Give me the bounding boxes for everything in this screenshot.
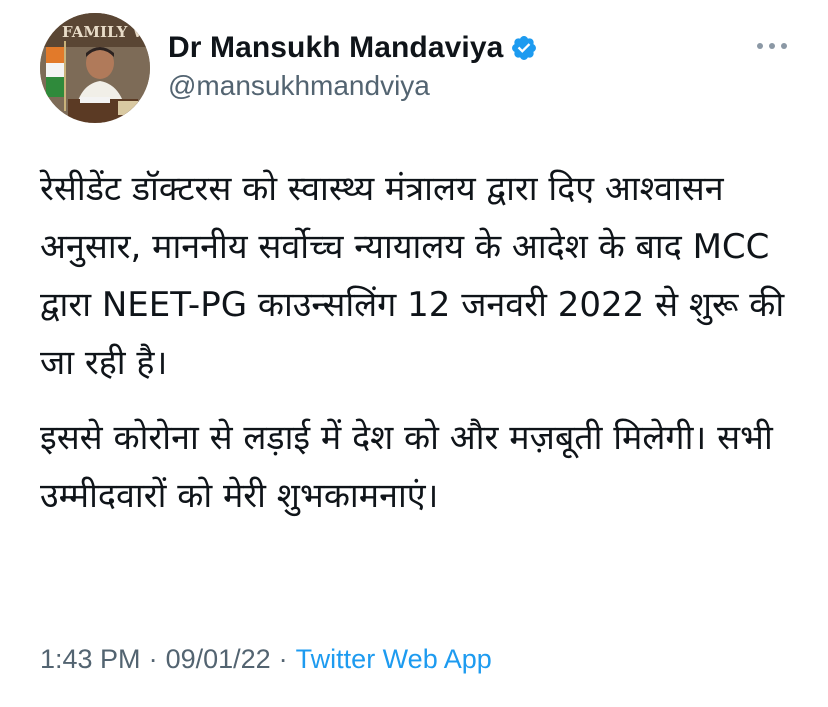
tweet-source-link[interactable]: Twitter Web App [296, 644, 492, 675]
tweet-paragraph: रेसीडेंट डॉक्टरस को स्वास्थ्य मंत्रालय द… [40, 169, 785, 383]
tweet-metadata: 1:43 PM · 09/01/22 · Twitter Web App [40, 644, 492, 675]
verified-badge-icon [512, 36, 537, 60]
more-options-icon[interactable] [748, 31, 796, 61]
author-display-name[interactable]: Dr Mansukh Mandaviya [168, 31, 503, 65]
meta-separator: · [278, 644, 288, 674]
author-handle[interactable]: @mansukhmandviya [168, 70, 430, 102]
tweet-text: रेसीडेंट डॉक्टरस को स्वास्थ्य मंत्रालय द… [40, 160, 810, 542]
author-name-row[interactable]: Dr Mansukh Mandaviya [168, 28, 538, 68]
tweet-date[interactable]: 09/01/22 [166, 644, 271, 675]
tweet-time[interactable]: 1:43 PM [40, 644, 141, 675]
meta-separator: · [148, 644, 158, 674]
avatar-sign-text: FAMILY W [62, 23, 150, 41]
avatar-photo: FAMILY W [40, 13, 150, 123]
tweet-paragraph: इससे कोरोना से लड़ाई में देश को और मज़बू… [40, 418, 773, 516]
tweet-card: FAMILY W Dr Mansukh Mandaviya @mansukhma… [0, 0, 828, 707]
avatar[interactable]: FAMILY W [40, 13, 150, 123]
